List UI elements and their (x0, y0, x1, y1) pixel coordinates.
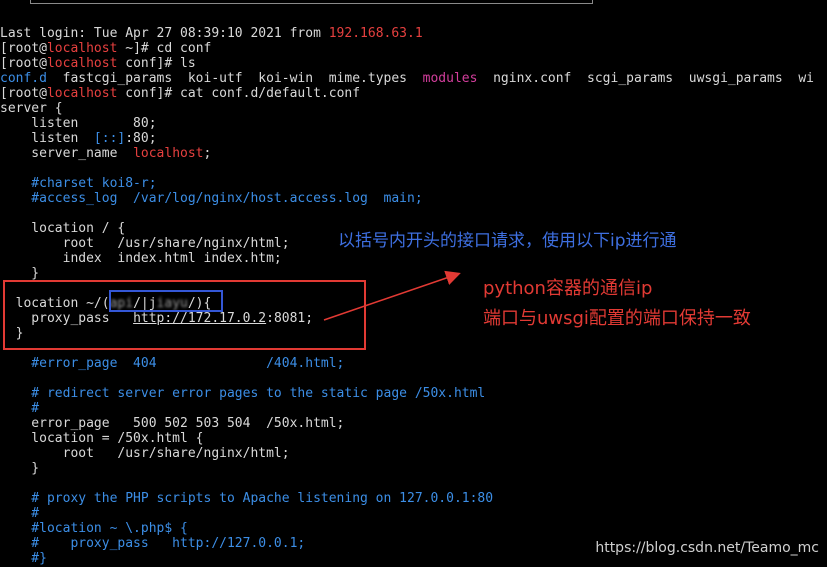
annotation-blue-note: 以括号内开头的接口请求，使用以下ip进行通 (338, 231, 677, 251)
watermark: https://blog.csdn.net/Teamo_mc (595, 540, 819, 556)
annotation-red-note-ip: python容器的通信ip (483, 278, 653, 299)
annotation-red-note-port: 端口与uwsgi配置的端口保持一致 (483, 308, 751, 329)
annotation-arrow (323, 270, 461, 321)
